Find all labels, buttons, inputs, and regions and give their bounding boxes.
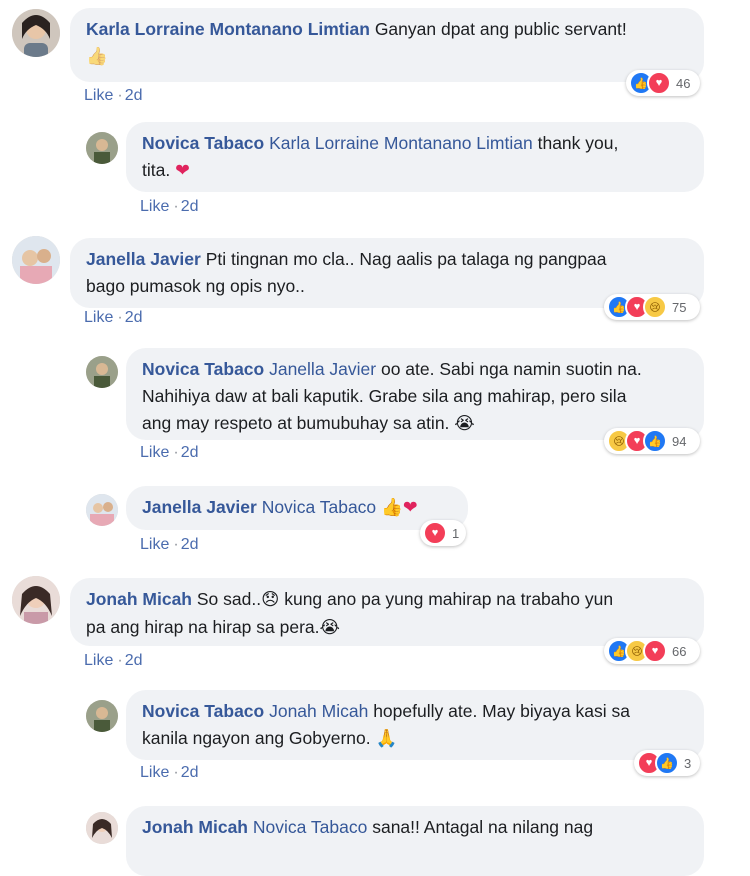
reaction-summary[interactable]: 👍 ♥ 😢 75 [604,294,700,320]
comment-bubble: Jonah Micah Novica Tabaco sana!! Antagal… [126,806,704,876]
comment-bubble: Novica Tabaco Karla Lorraine Montanano L… [126,122,704,192]
reaction-count: 3 [684,755,692,771]
reaction-count: 46 [676,75,691,91]
comment-author[interactable]: Novica Tabaco [142,359,264,379]
avatar[interactable] [86,812,118,844]
comment-author[interactable]: Karla Lorraine Montanano Limtian [86,19,370,39]
praying-hands-emoji: 🙏 [375,729,398,749]
comment-text: ang may respeto at bumubuhay sa atin. [142,413,450,433]
heart-emoji: ❤ [175,161,190,181]
comment-author[interactable]: Novica Tabaco [142,701,264,721]
timestamp[interactable]: 2d [181,444,199,461]
comment-text: sana!! Antagal na nilang nag [372,817,594,837]
avatar[interactable] [86,700,118,732]
comment-text: tita. [142,160,171,180]
timestamp[interactable]: 2d [181,536,199,553]
comment-author[interactable]: Janella Javier [142,497,257,517]
comment-bubble: Novica Tabaco Janella Javier oo ate. Sab… [126,348,704,440]
love-reaction-icon: ♥ [423,521,447,545]
love-reaction-icon: ♥ [643,639,667,663]
mentioned-user[interactable]: Novica Tabaco [253,817,367,837]
like-link[interactable]: Like [84,652,113,669]
sad-reaction-icon: 😢 [643,295,667,319]
comment-text: hopefully ate. May biyaya kasi sa [373,701,631,721]
reaction-summary[interactable]: ♥ 👍 3 [634,750,700,776]
mentioned-user[interactable]: Jonah Micah [269,701,368,721]
reaction-summary[interactable]: 👍 😢 ♥ 66 [604,638,700,664]
avatar[interactable] [12,576,60,624]
comment-text: pa ang hirap na hirap sa pera. [86,617,320,637]
crying-emoji: 😭 [319,618,340,638]
timestamp[interactable]: 2d [125,309,143,326]
timestamp[interactable]: 2d [181,764,199,781]
reaction-count: 66 [672,643,687,659]
mentioned-user[interactable]: Janella Javier [269,359,376,379]
comment-text: Ganyan dpat ang public servant! [374,19,627,39]
reaction-count: 1 [452,525,460,541]
timestamp[interactable]: 2d [181,198,199,215]
comment-text: thank you, [537,133,619,153]
comment-author[interactable]: Jonah Micah [86,589,192,609]
comment-actions: Like · 2d [140,444,199,461]
reaction-summary[interactable]: 👍 ♥ 46 [626,70,700,96]
disappointed-emoji: 😞 [261,590,280,610]
like-link[interactable]: Like [140,764,169,781]
reaction-summary[interactable]: 😢 ♥ 👍 94 [604,428,700,454]
comment-actions: Like · 2d [84,652,143,669]
like-link[interactable]: Like [84,309,113,326]
comment-actions: Like · 2d [140,536,199,553]
comment-author[interactable]: Jonah Micah [142,817,248,837]
timestamp[interactable]: 2d [125,87,143,104]
comment-bubble: Karla Lorraine Montanano Limtian Ganyan … [70,8,704,82]
like-link[interactable]: Like [140,536,169,553]
avatar[interactable] [86,356,118,388]
love-reaction-icon: ♥ [647,71,671,95]
like-link[interactable]: Like [140,198,169,215]
avatar[interactable] [12,9,60,57]
comment-actions: Like · 2d [84,87,143,104]
like-reaction-icon: 👍 [643,429,667,453]
comment-text: bago pumasok ng opis nyo.. [86,276,305,296]
thumbs-up-heart-emoji: 👍❤ [381,498,418,518]
comment-author[interactable]: Novica Tabaco [142,133,264,153]
like-reaction-icon: 👍 [655,751,679,775]
comment-actions: Like · 2d [84,309,143,326]
comment-text: Nahihiya daw at bali kaputik. Grabe sila… [142,386,627,406]
thumbs-up-emoji: 👍 [86,47,108,67]
comment-text: So sad.. [196,589,262,609]
avatar[interactable] [86,494,118,526]
comment-bubble: Novica Tabaco Jonah Micah hopefully ate.… [126,690,704,760]
comment-bubble: Janella Javier Novica Tabaco 👍❤ [126,486,468,530]
mentioned-user[interactable]: Novica Tabaco [262,497,376,517]
avatar[interactable] [86,132,118,164]
timestamp[interactable]: 2d [125,652,143,669]
reaction-summary[interactable]: ♥ 1 [420,520,466,546]
like-link[interactable]: Like [140,444,169,461]
comment-actions: Like · 2d [140,764,199,781]
mentioned-user[interactable]: Karla Lorraine Montanano Limtian [269,133,533,153]
comment-text: kanila ngayon ang Gobyerno. [142,728,371,748]
comment-actions: Like · 2d [140,198,199,215]
comment-text: kung ano pa yung mahirap na trabaho yun [284,589,614,609]
comment-text: oo ate. Sabi nga namin suotin na. [380,359,642,379]
like-link[interactable]: Like [84,87,113,104]
comment-text: Pti tingnan mo cla.. Nag aalis pa talaga… [205,249,607,269]
crying-emoji: 😭 [454,414,475,434]
comment-author[interactable]: Janella Javier [86,249,201,269]
reaction-count: 94 [672,433,687,449]
comment-bubble: Jonah Micah So sad..😞 kung ano pa yung m… [70,578,704,646]
avatar[interactable] [12,236,60,284]
reaction-count: 75 [672,299,687,315]
